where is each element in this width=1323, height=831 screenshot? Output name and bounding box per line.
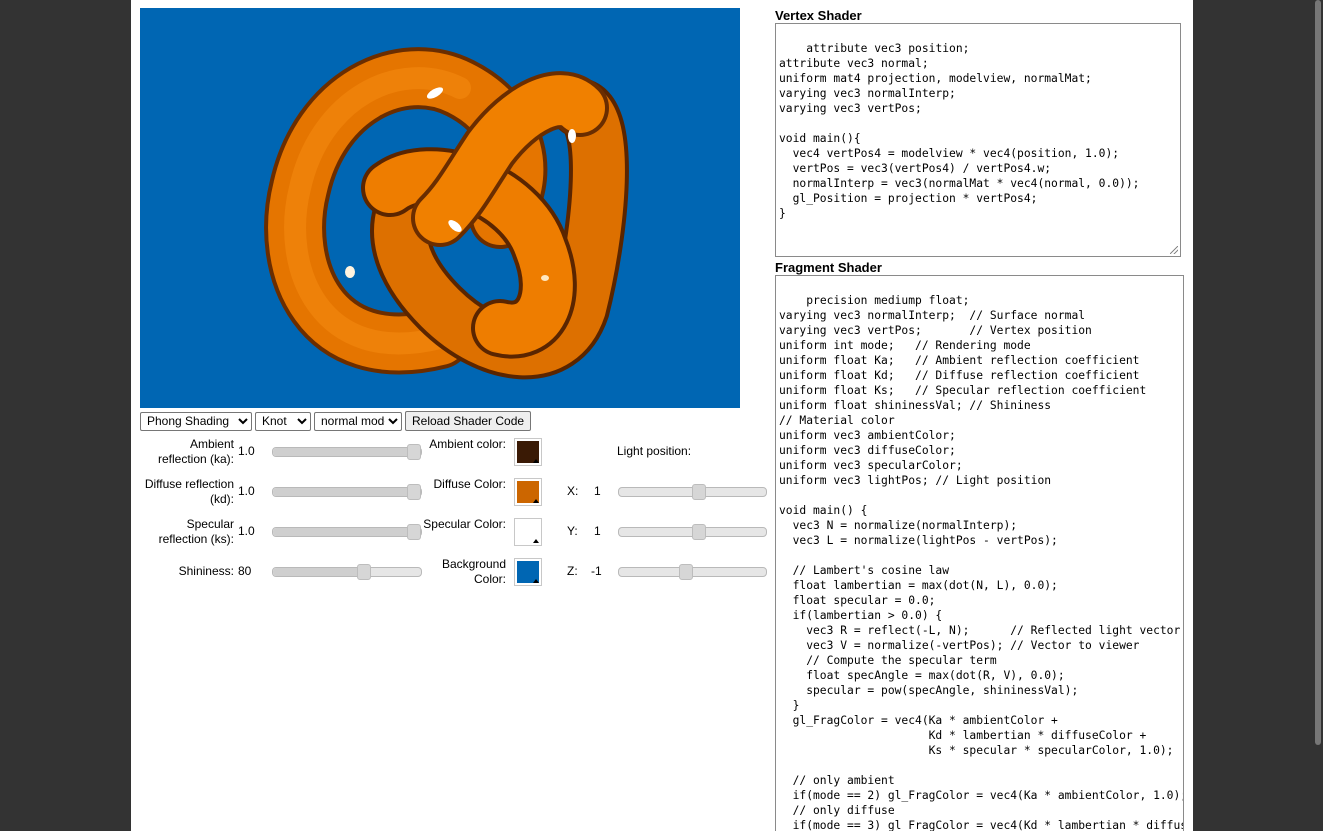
- window-scrollbar[interactable]: [1313, 0, 1323, 831]
- light-y-slider[interactable]: [618, 524, 767, 540]
- kd-slider-knob[interactable]: [407, 484, 421, 500]
- light-x-slider-knob[interactable]: [692, 484, 707, 500]
- shininess-slider[interactable]: [272, 564, 422, 580]
- webgl-canvas[interactable]: [140, 8, 740, 408]
- shading-mode-select[interactable]: Phong Shading: [140, 411, 252, 431]
- ks-slider[interactable]: [272, 524, 422, 540]
- kd-slider[interactable]: [272, 484, 422, 500]
- ks-label: Specular reflection (ks):: [158, 517, 234, 546]
- reload-shader-button[interactable]: Reload Shader Code: [405, 411, 532, 431]
- resize-grip-icon[interactable]: [1170, 246, 1178, 254]
- vertex-shader-editor[interactable]: attribute vec3 position; attribute vec3 …: [775, 23, 1181, 257]
- diffuse-color-picker[interactable]: [514, 478, 542, 506]
- ka-slider-fill: [273, 448, 415, 456]
- color-picker-arrow-icon: [533, 499, 539, 503]
- ka-label: Ambient reflection (ka):: [157, 437, 234, 466]
- light-y-slider-knob[interactable]: [692, 524, 707, 540]
- object-select[interactable]: Knot: [255, 411, 311, 431]
- window-scrollbar-thumb[interactable]: [1315, 0, 1321, 745]
- ks-slider-knob[interactable]: [407, 524, 421, 540]
- vertex-shader-title: Vertex Shader: [775, 8, 862, 23]
- light-x-value: 1: [594, 484, 601, 498]
- light-z-slider-knob[interactable]: [678, 564, 693, 580]
- light-y-label: Y:: [567, 524, 578, 538]
- color-picker-arrow-icon: [533, 459, 539, 463]
- color-picker-arrow-icon: [533, 579, 539, 583]
- fragment-shader-editor[interactable]: precision mediump float; varying vec3 no…: [775, 275, 1184, 831]
- ka-value: 1.0: [238, 444, 255, 458]
- ka-slider[interactable]: [272, 444, 422, 460]
- shininess-slider-fill: [273, 568, 365, 576]
- ambient-color-picker[interactable]: [514, 438, 542, 466]
- controls-row: Phong Shading Knot normal mode Reload Sh…: [140, 411, 532, 431]
- light-x-slider[interactable]: [618, 484, 767, 500]
- page: Phong Shading Knot normal mode Reload Sh…: [131, 0, 1193, 831]
- ks-slider-fill: [273, 528, 415, 536]
- light-y-value: 1: [594, 524, 601, 538]
- light-z-slider[interactable]: [618, 564, 767, 580]
- ka-slider-knob[interactable]: [407, 444, 421, 460]
- shininess-label: Shininess:: [178, 564, 234, 578]
- color-picker-arrow-icon: [533, 539, 539, 543]
- shininess-value: 80: [238, 564, 252, 578]
- diffuse-color-label: Diffuse Color:: [433, 477, 506, 491]
- kd-label: Diffuse reflection (kd):: [144, 477, 234, 506]
- light-x-label: X:: [567, 484, 579, 498]
- fragment-shader-code: precision mediump float; varying vec3 no…: [779, 294, 1184, 831]
- light-z-value: -1: [591, 564, 602, 578]
- ks-value: 1.0: [238, 524, 255, 538]
- specular-color-picker[interactable]: [514, 518, 542, 546]
- fragment-shader-title: Fragment Shader: [775, 260, 882, 275]
- light-z-label: Z:: [567, 564, 578, 578]
- vertex-shader-code: attribute vec3 position; attribute vec3 …: [779, 42, 1140, 220]
- background-color-label: Background Color:: [441, 557, 506, 586]
- kd-slider-fill: [273, 488, 415, 496]
- kd-value: 1.0: [238, 484, 255, 498]
- shininess-slider-knob[interactable]: [357, 564, 372, 580]
- light-position-title: Light position:: [617, 444, 692, 458]
- specular-color-label: Specular Color:: [423, 517, 506, 531]
- trefoil-knot: [264, 47, 629, 380]
- background-color-picker[interactable]: [514, 558, 542, 586]
- render-mode-select[interactable]: normal mode: [314, 411, 402, 431]
- ambient-color-label: Ambient color:: [429, 437, 506, 451]
